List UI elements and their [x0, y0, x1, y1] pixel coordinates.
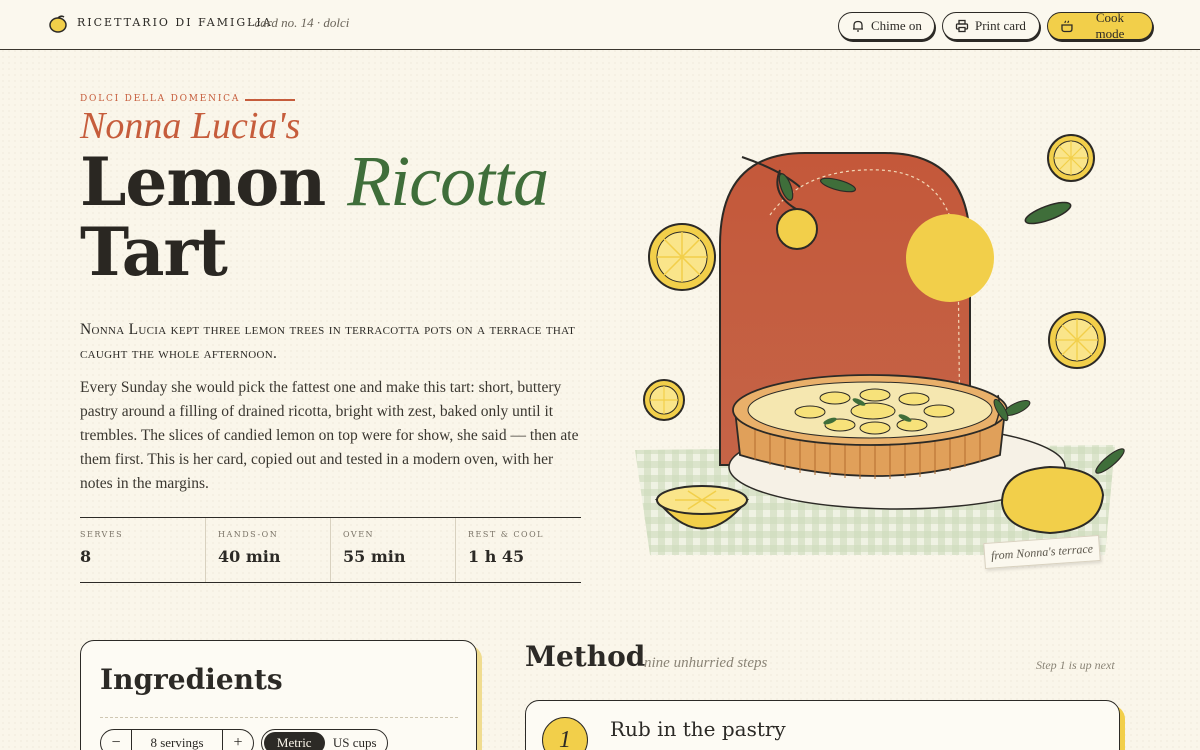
stat-label: SERVES: [80, 530, 124, 539]
eyebrow-rule: [245, 99, 295, 101]
title-prefix: Nonna Lucia's: [80, 105, 301, 147]
lemon-slice: [643, 379, 685, 421]
cook-mode-label: Cook mode: [1095, 10, 1125, 41]
step-card[interactable]: 1 Rub in the pastry: [525, 700, 1120, 750]
method-subtitle: nine unhurried steps: [644, 655, 768, 671]
title-word-lemon: Lemon: [80, 143, 326, 221]
chime-button[interactable]: Chime on: [838, 12, 935, 40]
title-word-ricotta: Ricotta: [347, 141, 549, 221]
lemon-slice: [1047, 134, 1095, 182]
stat-label: OVEN: [343, 530, 375, 539]
stat-oven: OVEN 55 min: [330, 518, 455, 582]
print-button-label: Print card: [975, 18, 1026, 33]
unit-toggle: Metric US cups: [261, 729, 388, 750]
title-word-tart: Tart: [80, 213, 228, 291]
intro-lead: Nonna Lucia kept three lemon trees in te…: [80, 321, 576, 362]
pot-icon: [1061, 20, 1073, 33]
servings-value: 8 servings: [131, 730, 223, 750]
stat-value: 40 min: [218, 547, 281, 566]
recipe-stats: SERVES 8 HANDS-ON 40 min OVEN 55 min RES…: [80, 517, 581, 583]
printer-icon: [955, 19, 969, 33]
unit-metric-option[interactable]: Metric: [264, 732, 325, 750]
stat-value: 55 min: [343, 547, 406, 566]
chime-button-label: Chime on: [871, 18, 922, 33]
ingredients-card: Ingredients − 8 servings + Metric US cup…: [80, 640, 477, 750]
step-title: Rub in the pastry: [610, 717, 786, 741]
print-button[interactable]: Print card: [942, 12, 1040, 40]
method-title: Method: [525, 640, 646, 673]
stat-value: 1 h 45: [468, 547, 525, 566]
method-status: Step 1 is up next: [1036, 658, 1115, 672]
card-label: · card no. 14 · dolci: [248, 15, 350, 30]
stat-value: 8: [80, 547, 92, 566]
ingredients-title: Ingredients: [100, 663, 283, 696]
sun: [906, 214, 994, 302]
increase-servings-button[interactable]: +: [223, 734, 253, 750]
lemon-slice: [1048, 311, 1106, 369]
bell-icon: [853, 20, 863, 32]
unit-us-cups-option[interactable]: US cups: [325, 732, 386, 750]
hanging-lemon: [776, 208, 818, 250]
lemon-icon: [49, 15, 67, 33]
stat-label: HANDS-ON: [218, 530, 279, 539]
top-bar: RICETTARIO DI FAMIGLIA · card no. 14 · d…: [0, 0, 1200, 50]
page-title: Lemon Ricotta Tart: [80, 143, 600, 287]
stat-label: REST & COOL: [468, 530, 544, 539]
stat-serves: SERVES 8: [80, 518, 205, 582]
divider: [100, 717, 458, 718]
category-eyebrow: DOLCI DELLA DOMENICA: [80, 94, 241, 104]
stat-rest-cool: REST & COOL 1 h 45: [455, 518, 580, 582]
lemon-slice: [648, 223, 716, 291]
servings-stepper: − 8 servings +: [100, 729, 254, 750]
stat-hands-on: HANDS-ON 40 min: [205, 518, 330, 582]
intro-body: Every Sunday she would pick the fattest …: [80, 379, 579, 492]
decrease-servings-button[interactable]: −: [101, 734, 131, 750]
cook-mode-button[interactable]: Cook mode: [1047, 10, 1153, 41]
tart-illustration: [635, 134, 1125, 555]
step-number: 1: [542, 717, 588, 750]
brand-name: RICETTARIO DI FAMIGLIA: [77, 16, 273, 29]
